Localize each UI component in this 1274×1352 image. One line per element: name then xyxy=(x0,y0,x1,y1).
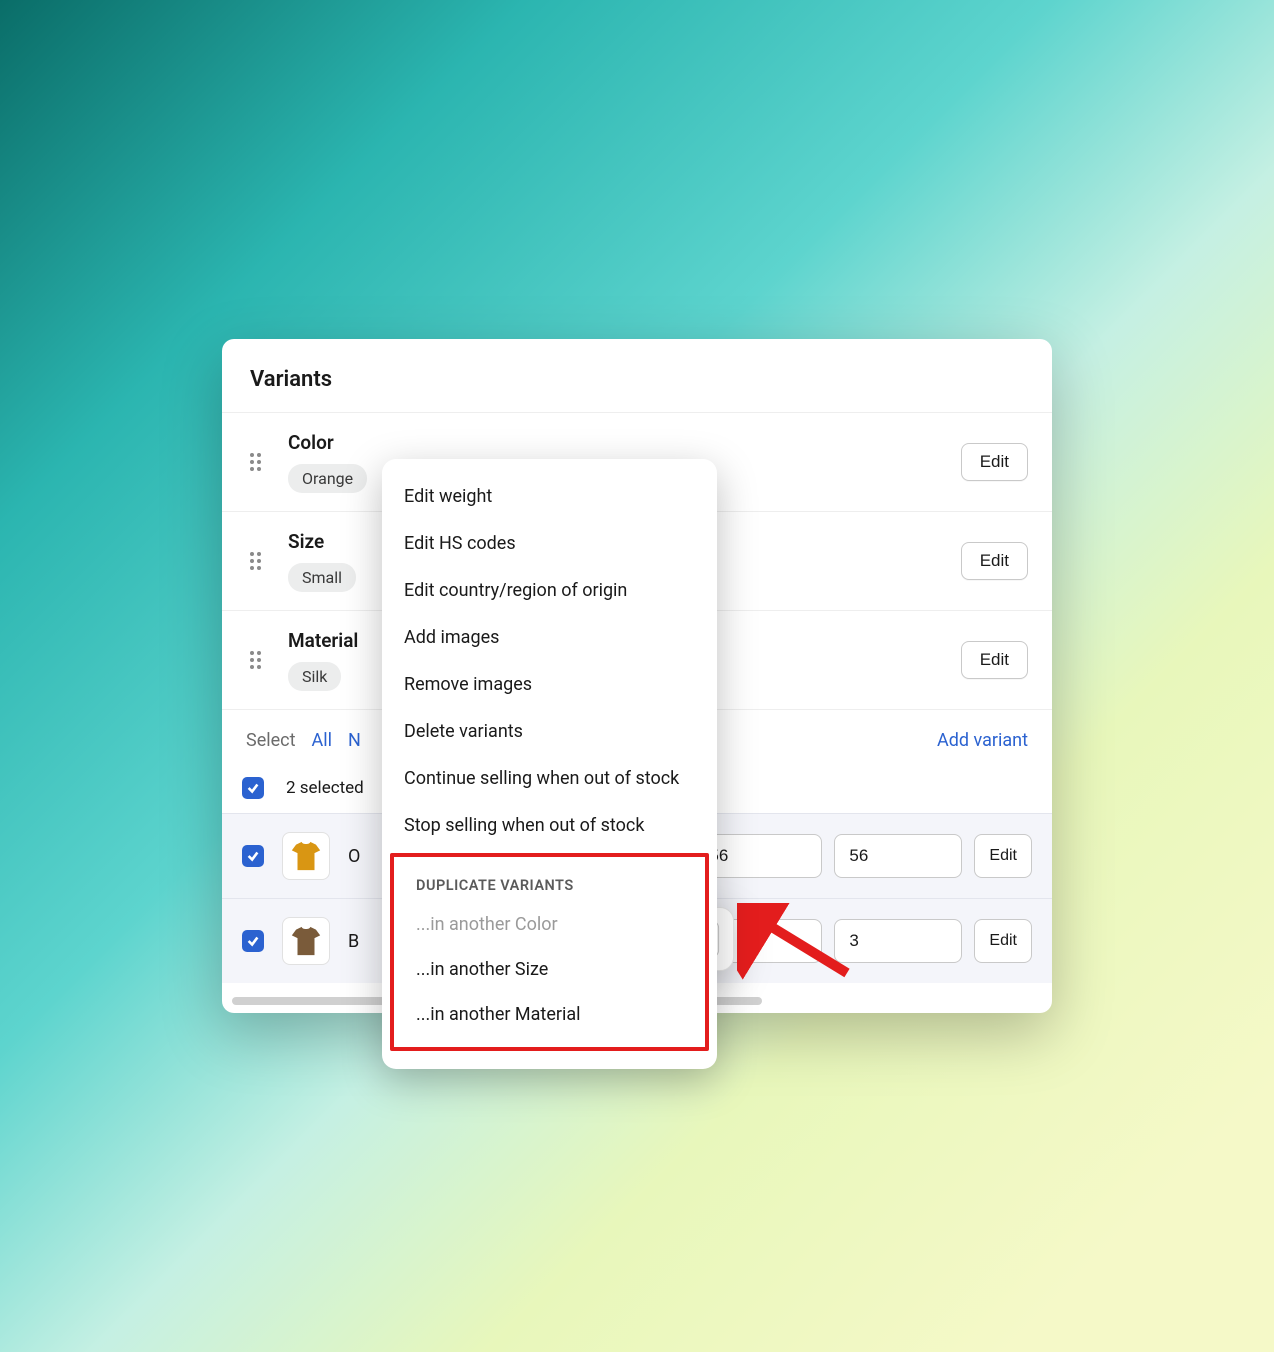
menu-item-dup-size[interactable]: ...in another Size xyxy=(394,947,705,992)
bulk-actions-popup: Edit weight Edit HS codes Edit country/r… xyxy=(382,459,717,1069)
select-all-link[interactable]: All xyxy=(311,730,332,751)
variant-label: O xyxy=(348,846,364,867)
selected-count-text: 2 selected xyxy=(286,778,364,798)
option-value-chip: Silk xyxy=(288,662,341,691)
tshirt-icon xyxy=(289,924,323,958)
duplicate-variants-section: DUPLICATE VARIANTS ...in another Color .… xyxy=(390,853,709,1051)
menu-item-delete-variants[interactable]: Delete variants xyxy=(382,708,717,755)
add-variant-link[interactable]: Add variant xyxy=(937,730,1028,751)
edit-variant-button[interactable]: Edit xyxy=(974,919,1032,963)
edit-option-button[interactable]: Edit xyxy=(961,542,1028,580)
annotation-arrow-icon xyxy=(737,903,857,983)
option-name-label: Color xyxy=(288,431,939,454)
variant-checkbox[interactable] xyxy=(242,845,264,867)
menu-item-dup-color: ...in another Color xyxy=(394,902,705,947)
menu-item-add-images[interactable]: Add images xyxy=(382,614,717,661)
edit-option-button[interactable]: Edit xyxy=(961,641,1028,679)
menu-item-continue-selling[interactable]: Continue selling when out of stock xyxy=(382,755,717,802)
option-value-chip: Small xyxy=(288,563,356,592)
panel-title: Variants xyxy=(222,339,1052,412)
drag-handle-icon[interactable] xyxy=(246,551,266,571)
duplicate-variants-header: DUPLICATE VARIANTS xyxy=(394,857,705,902)
variant-thumbnail[interactable] xyxy=(282,832,330,880)
select-label: Select xyxy=(246,730,295,751)
drag-handle-icon[interactable] xyxy=(246,452,266,472)
menu-item-edit-weight[interactable]: Edit weight xyxy=(382,473,717,520)
select-none-link[interactable]: N xyxy=(348,730,361,751)
variant-label: B xyxy=(348,931,364,952)
menu-item-edit-hs-codes[interactable]: Edit HS codes xyxy=(382,520,717,567)
edit-option-button[interactable]: Edit xyxy=(961,443,1028,481)
variant-checkbox[interactable] xyxy=(242,930,264,952)
tshirt-icon xyxy=(289,839,323,873)
variant-value-input-2[interactable] xyxy=(834,834,962,878)
menu-item-dup-material[interactable]: ...in another Material xyxy=(394,992,705,1037)
drag-handle-icon[interactable] xyxy=(246,650,266,670)
menu-item-stop-selling[interactable]: Stop selling when out of stock xyxy=(382,802,717,849)
variant-thumbnail[interactable] xyxy=(282,917,330,965)
select-all-checkbox[interactable] xyxy=(242,777,264,799)
menu-item-remove-images[interactable]: Remove images xyxy=(382,661,717,708)
option-value-chip: Orange xyxy=(288,464,367,493)
variants-panel: Variants Color Orange Edit Size Small Ed… xyxy=(222,339,1052,1013)
menu-item-edit-country[interactable]: Edit country/region of origin xyxy=(382,567,717,614)
edit-variant-button[interactable]: Edit xyxy=(974,834,1032,878)
